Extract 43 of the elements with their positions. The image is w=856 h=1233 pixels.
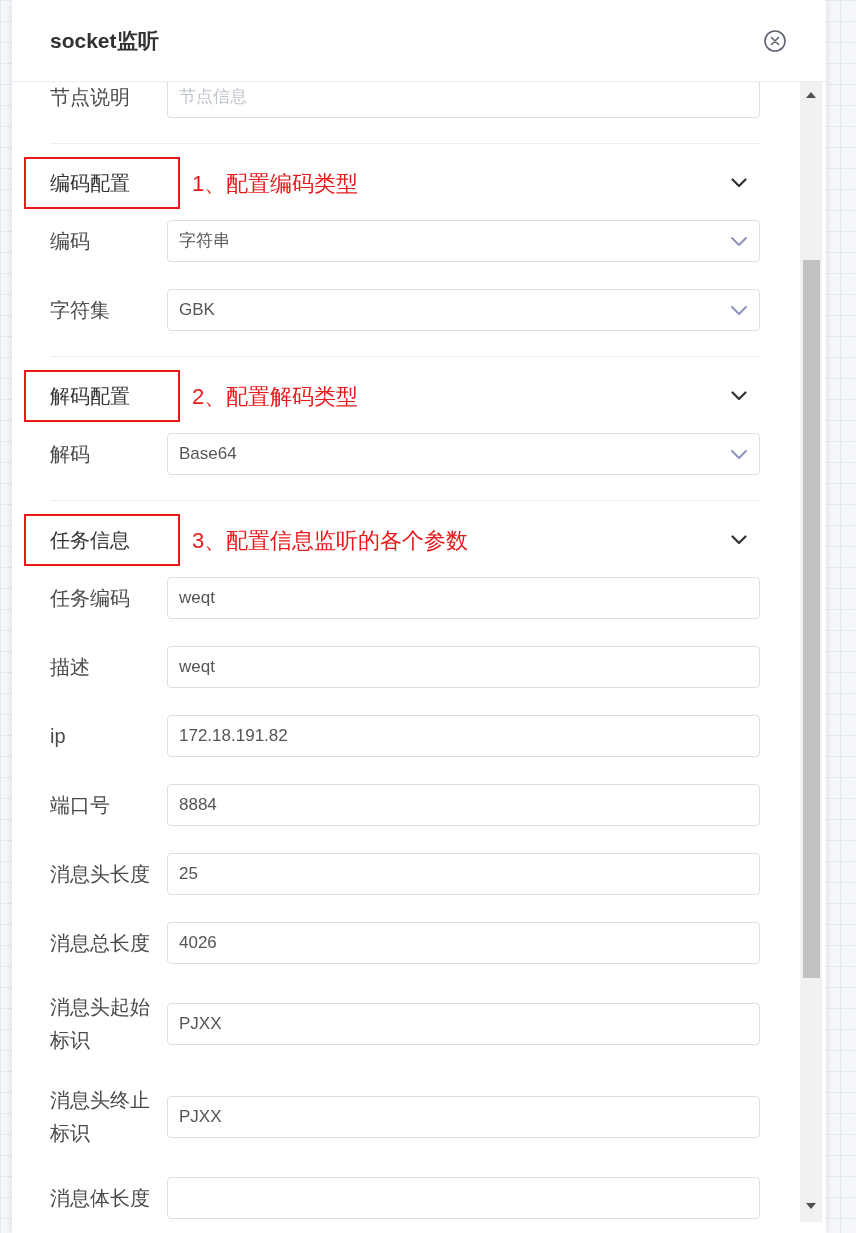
select-field[interactable]: GBK xyxy=(167,289,760,331)
field-label: 消息总长度 xyxy=(50,930,151,956)
text-field[interactable]: PJXX xyxy=(167,1003,760,1045)
section-title[interactable]: 解码配置 xyxy=(50,381,130,411)
annotation-text: 2、配置解码类型 xyxy=(192,382,359,411)
field-label: ip xyxy=(50,723,67,749)
select-field[interactable]: 字符串 xyxy=(167,220,760,262)
field-label: 消息头起始标识 xyxy=(50,995,151,1053)
field-label: 消息体长度 xyxy=(50,1185,151,1211)
text-field[interactable]: 25 xyxy=(167,853,760,895)
field-label: 解码 xyxy=(50,441,91,467)
chevron-down-icon[interactable] xyxy=(731,535,747,545)
triangle-down-icon[interactable] xyxy=(806,1203,816,1209)
field-label: 消息头终止标识 xyxy=(50,1088,151,1146)
field-label: 描述 xyxy=(50,654,91,680)
field-label: 消息头长度 xyxy=(50,861,151,887)
section-title[interactable]: 编码配置 xyxy=(50,168,130,198)
text-field[interactable]: PJXX xyxy=(167,1096,760,1138)
text-field[interactable] xyxy=(167,1177,760,1219)
text-field[interactable]: weqt xyxy=(167,577,760,619)
field-label: 字符集 xyxy=(50,297,111,323)
text-field[interactable]: 172.18.191.82 xyxy=(167,715,760,757)
chevron-down-icon xyxy=(731,449,747,459)
field-label: 节点说明 xyxy=(50,84,131,110)
dialog-title: socket监听 xyxy=(50,27,159,54)
annotation-text: 3、配置信息监听的各个参数 xyxy=(192,526,469,555)
select-field[interactable]: Base64 xyxy=(167,433,760,475)
section-title[interactable]: 任务信息 xyxy=(50,525,130,555)
chevron-down-icon[interactable] xyxy=(731,178,747,188)
triangle-up-icon[interactable] xyxy=(806,92,816,98)
field-label: 任务编码 xyxy=(50,585,131,611)
text-field[interactable]: 4026 xyxy=(167,922,760,964)
text-field[interactable]: 节点信息 xyxy=(167,82,760,118)
chevron-down-icon[interactable] xyxy=(731,391,747,401)
chevron-down-icon xyxy=(731,236,747,246)
chevron-down-icon xyxy=(731,305,747,315)
text-field[interactable]: weqt xyxy=(167,646,760,688)
field-label: 端口号 xyxy=(50,792,111,818)
scrollbar-thumb[interactable] xyxy=(803,260,820,978)
field-label: 编码 xyxy=(50,228,91,254)
close-icon[interactable] xyxy=(764,29,786,52)
text-field[interactable]: 8884 xyxy=(167,784,760,826)
annotation-text: 1、配置编码类型 xyxy=(192,169,359,198)
